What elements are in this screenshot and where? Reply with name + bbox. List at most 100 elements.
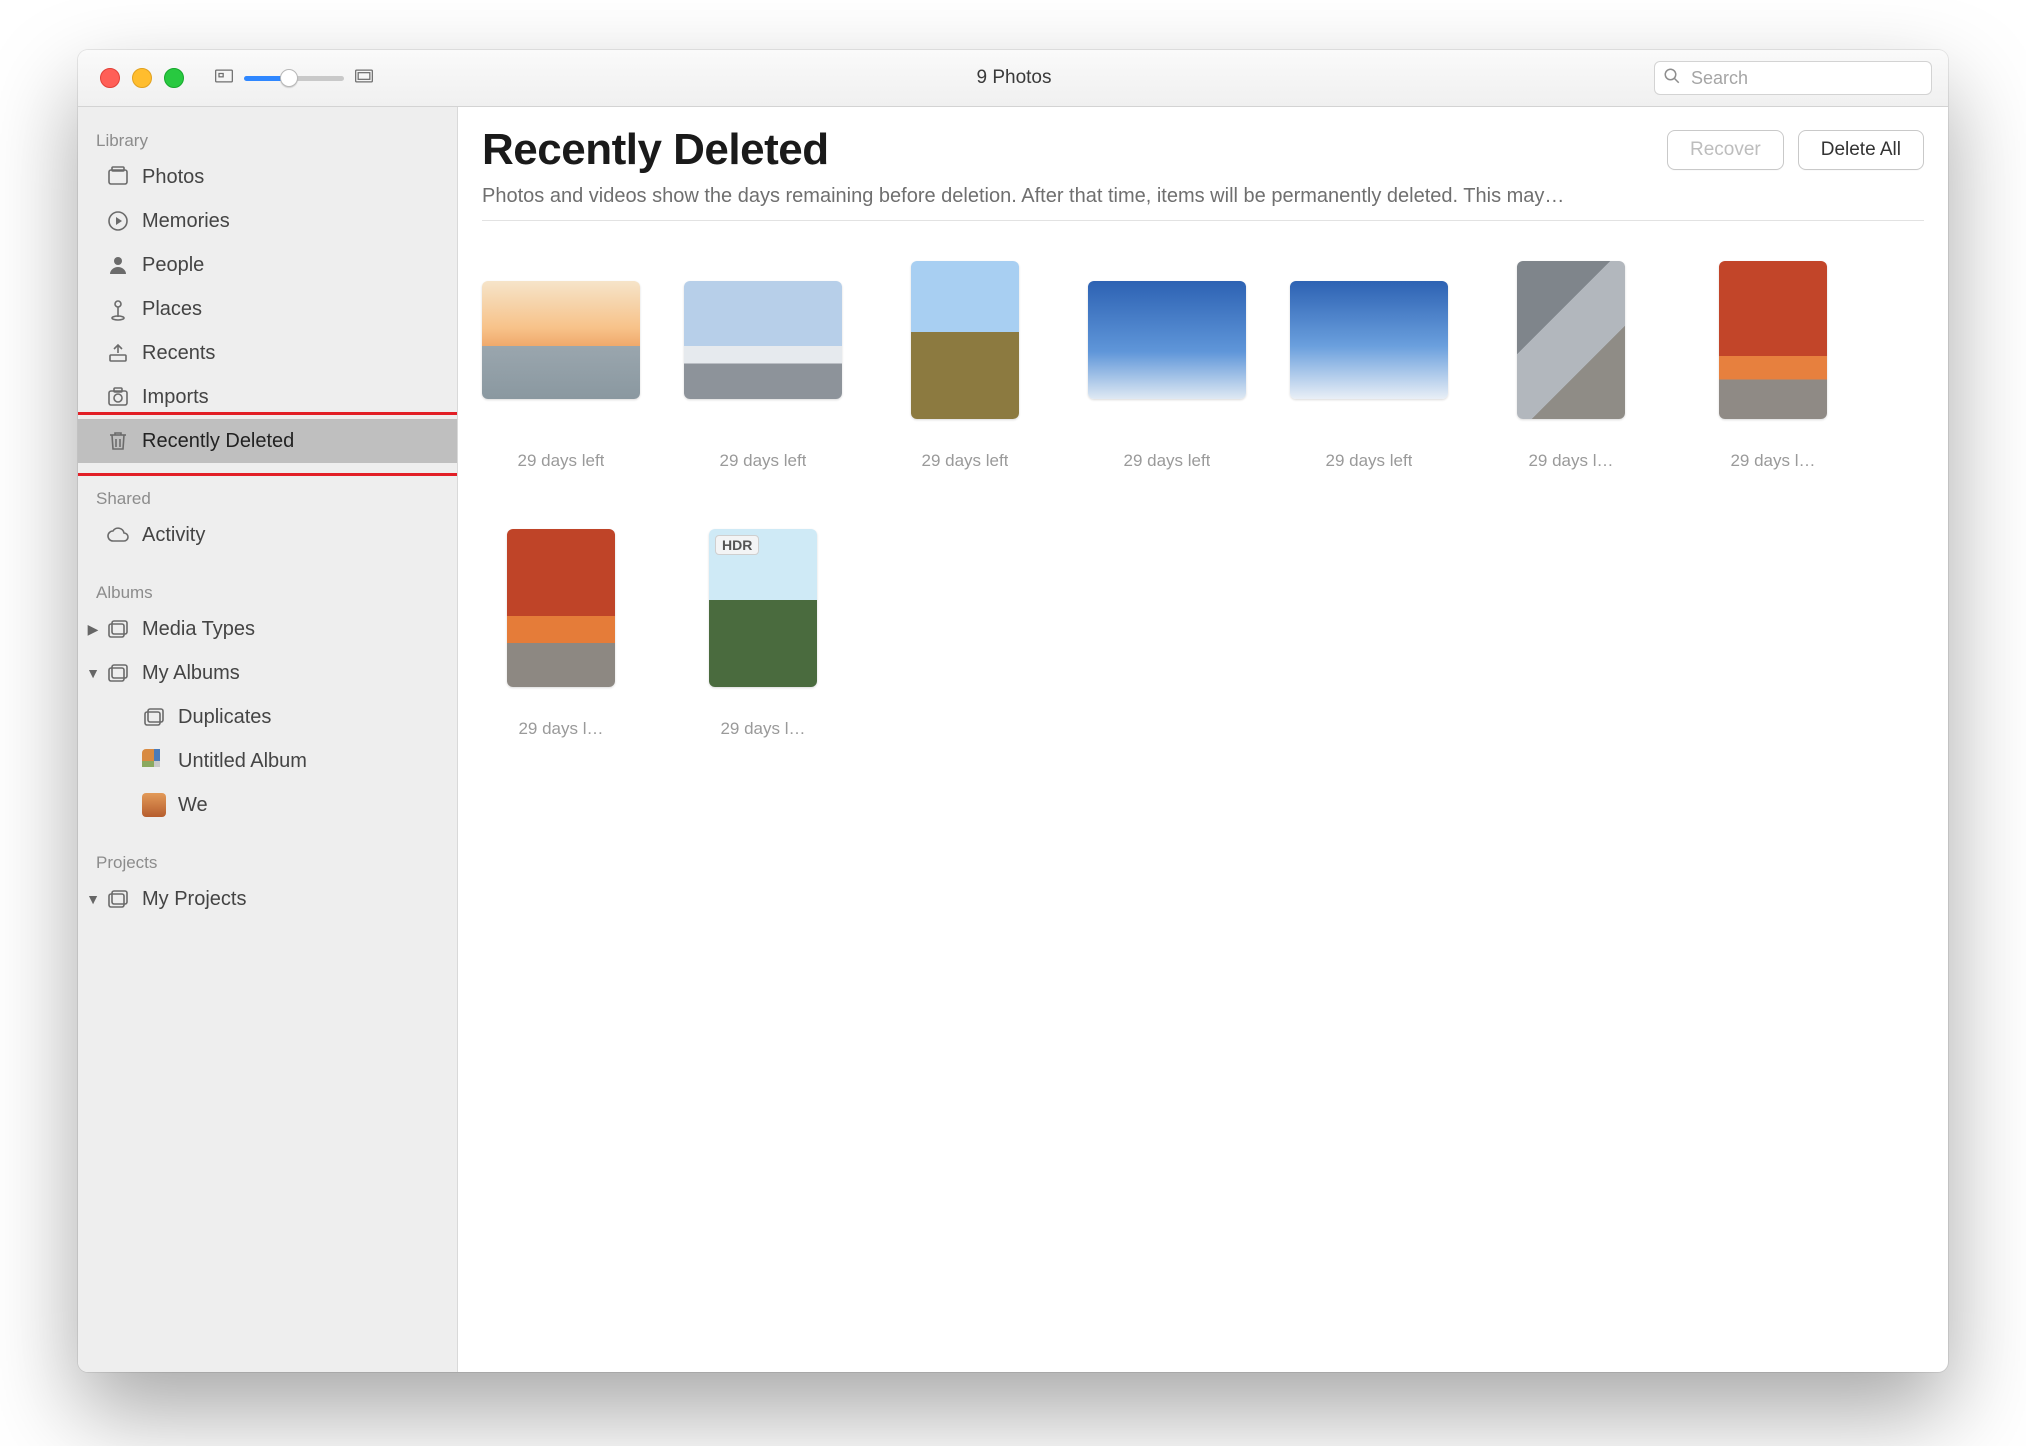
photo-thumbnail[interactable]: HDR xyxy=(709,529,817,687)
photo-tile[interactable]: 29 days left xyxy=(886,239,1044,471)
page-subtitle: Photos and videos show the days remainin… xyxy=(482,185,1924,208)
photo-tile[interactable]: 29 days l… xyxy=(1694,239,1852,471)
sidebar-item-photos[interactable]: Photos xyxy=(78,155,457,199)
photo-caption: 29 days l… xyxy=(1730,451,1815,471)
trash-icon xyxy=(106,429,130,453)
hdr-badge: HDR xyxy=(715,535,759,555)
photo-caption: 29 days left xyxy=(720,451,807,471)
fullscreen-window-button[interactable] xyxy=(164,68,184,88)
sidebar-item-label: Activity xyxy=(142,524,205,547)
sidebar-item-people[interactable]: People xyxy=(78,243,457,287)
sidebar-item-label: Imports xyxy=(142,386,209,409)
close-window-button[interactable] xyxy=(100,68,120,88)
section-header-projects: Projects xyxy=(78,845,457,877)
sidebar-item-label: Untitled Album xyxy=(178,750,307,773)
photo-thumbnail-wrap xyxy=(1694,239,1852,441)
sidebar-item-activity[interactable]: Activity xyxy=(78,513,457,557)
search-field[interactable] xyxy=(1654,61,1932,95)
window-title: 9 Photos xyxy=(374,67,1654,89)
album-thumb-icon xyxy=(142,749,166,773)
album-thumb-icon xyxy=(142,793,166,817)
page-title: Recently Deleted xyxy=(482,125,829,175)
photo-caption: 29 days l… xyxy=(720,719,805,739)
sidebar-item-label: Memories xyxy=(142,210,230,233)
delete-all-button[interactable]: Delete All xyxy=(1798,130,1924,170)
sidebar-item-places[interactable]: Places xyxy=(78,287,457,331)
sidebar-item-label: My Albums xyxy=(142,662,240,685)
recents-icon xyxy=(106,341,130,365)
sidebar: Library Photos Memories xyxy=(78,107,458,1372)
photo-tile[interactable]: 29 days left xyxy=(1290,239,1448,471)
sidebar-item-label: Places xyxy=(142,298,202,321)
photo-caption: 29 days left xyxy=(922,451,1009,471)
sidebar-item-label: People xyxy=(142,254,204,277)
photo-thumbnail[interactable] xyxy=(1088,281,1246,399)
photo-tile[interactable]: 29 days left xyxy=(684,239,842,471)
zoom-out-icon xyxy=(214,68,234,89)
zoom-in-icon xyxy=(354,68,374,89)
sidebar-item-label: Media Types xyxy=(142,618,255,641)
slider-knob[interactable] xyxy=(280,69,298,87)
photo-thumbnail-wrap xyxy=(482,239,640,441)
section-header-albums: Albums xyxy=(78,575,457,607)
photo-tile[interactable]: 29 days l… xyxy=(482,507,640,739)
photo-caption: 29 days left xyxy=(1326,451,1413,471)
photos-icon xyxy=(106,165,130,189)
album-stack-icon xyxy=(106,617,130,641)
minimize-window-button[interactable] xyxy=(132,68,152,88)
search-icon xyxy=(1663,67,1681,90)
photo-thumbnail-wrap xyxy=(1088,239,1246,441)
photo-thumbnail[interactable] xyxy=(1290,281,1448,399)
disclosure-down-icon[interactable]: ▼ xyxy=(84,891,102,907)
photo-thumbnail[interactable] xyxy=(684,281,842,399)
places-icon xyxy=(106,297,130,321)
photo-thumbnail[interactable] xyxy=(911,261,1019,419)
album-stack-icon xyxy=(106,661,130,685)
sidebar-item-label: My Projects xyxy=(142,888,246,911)
sidebar-item-we[interactable]: We xyxy=(78,783,457,827)
memories-icon xyxy=(106,209,130,233)
photo-thumbnail-wrap: HDR xyxy=(684,507,842,709)
sidebar-item-duplicates[interactable]: Duplicates xyxy=(78,695,457,739)
photo-tile[interactable]: 29 days left xyxy=(1088,239,1246,471)
photo-tile[interactable]: 29 days l… xyxy=(1492,239,1650,471)
sidebar-item-label: Photos xyxy=(142,166,204,189)
sidebar-item-media-types[interactable]: ▶ Media Types xyxy=(78,607,457,651)
recover-button[interactable]: Recover xyxy=(1667,130,1784,170)
sidebar-item-my-albums[interactable]: ▼ My Albums xyxy=(78,651,457,695)
titlebar: 9 Photos xyxy=(78,50,1948,107)
photo-thumbnail-wrap xyxy=(1492,239,1650,441)
photo-thumbnail-wrap xyxy=(684,239,842,441)
photos-app-window: 9 Photos Library Photo xyxy=(78,50,1948,1372)
sidebar-item-label: Recents xyxy=(142,342,215,365)
window-controls xyxy=(88,68,204,88)
photo-thumbnail[interactable] xyxy=(1517,261,1625,419)
photo-caption: 29 days left xyxy=(518,451,605,471)
section-header-library: Library xyxy=(78,123,457,155)
photo-caption: 29 days l… xyxy=(1528,451,1613,471)
sidebar-item-imports[interactable]: Imports xyxy=(78,375,457,419)
photo-thumbnail[interactable] xyxy=(1719,261,1827,419)
disclosure-down-icon[interactable]: ▼ xyxy=(84,665,102,681)
sidebar-item-my-projects[interactable]: ▼ My Projects xyxy=(78,877,457,921)
imports-icon xyxy=(106,385,130,409)
photo-thumbnail[interactable] xyxy=(507,529,615,687)
photo-thumbnail-wrap xyxy=(1290,239,1448,441)
disclosure-right-icon[interactable]: ▶ xyxy=(84,621,102,638)
sidebar-item-recents[interactable]: Recents xyxy=(78,331,457,375)
photo-caption: 29 days l… xyxy=(518,719,603,739)
photo-thumbnail-wrap xyxy=(482,507,640,709)
thumbnail-zoom-slider[interactable] xyxy=(244,76,344,81)
sidebar-item-memories[interactable]: Memories xyxy=(78,199,457,243)
photo-thumbnail[interactable] xyxy=(482,281,640,399)
sidebar-item-label: Duplicates xyxy=(178,706,271,729)
sidebar-item-recently-deleted[interactable]: Recently Deleted xyxy=(78,419,457,463)
sidebar-item-label: We xyxy=(178,794,208,817)
photo-tile[interactable]: HDR 29 days l… xyxy=(684,507,842,739)
photo-thumbnail-wrap xyxy=(886,239,1044,441)
photo-tile[interactable]: 29 days left xyxy=(482,239,640,471)
sidebar-item-untitled-album[interactable]: Untitled Album xyxy=(78,739,457,783)
photo-caption: 29 days left xyxy=(1124,451,1211,471)
search-input[interactable] xyxy=(1689,67,1923,90)
divider xyxy=(482,220,1924,221)
